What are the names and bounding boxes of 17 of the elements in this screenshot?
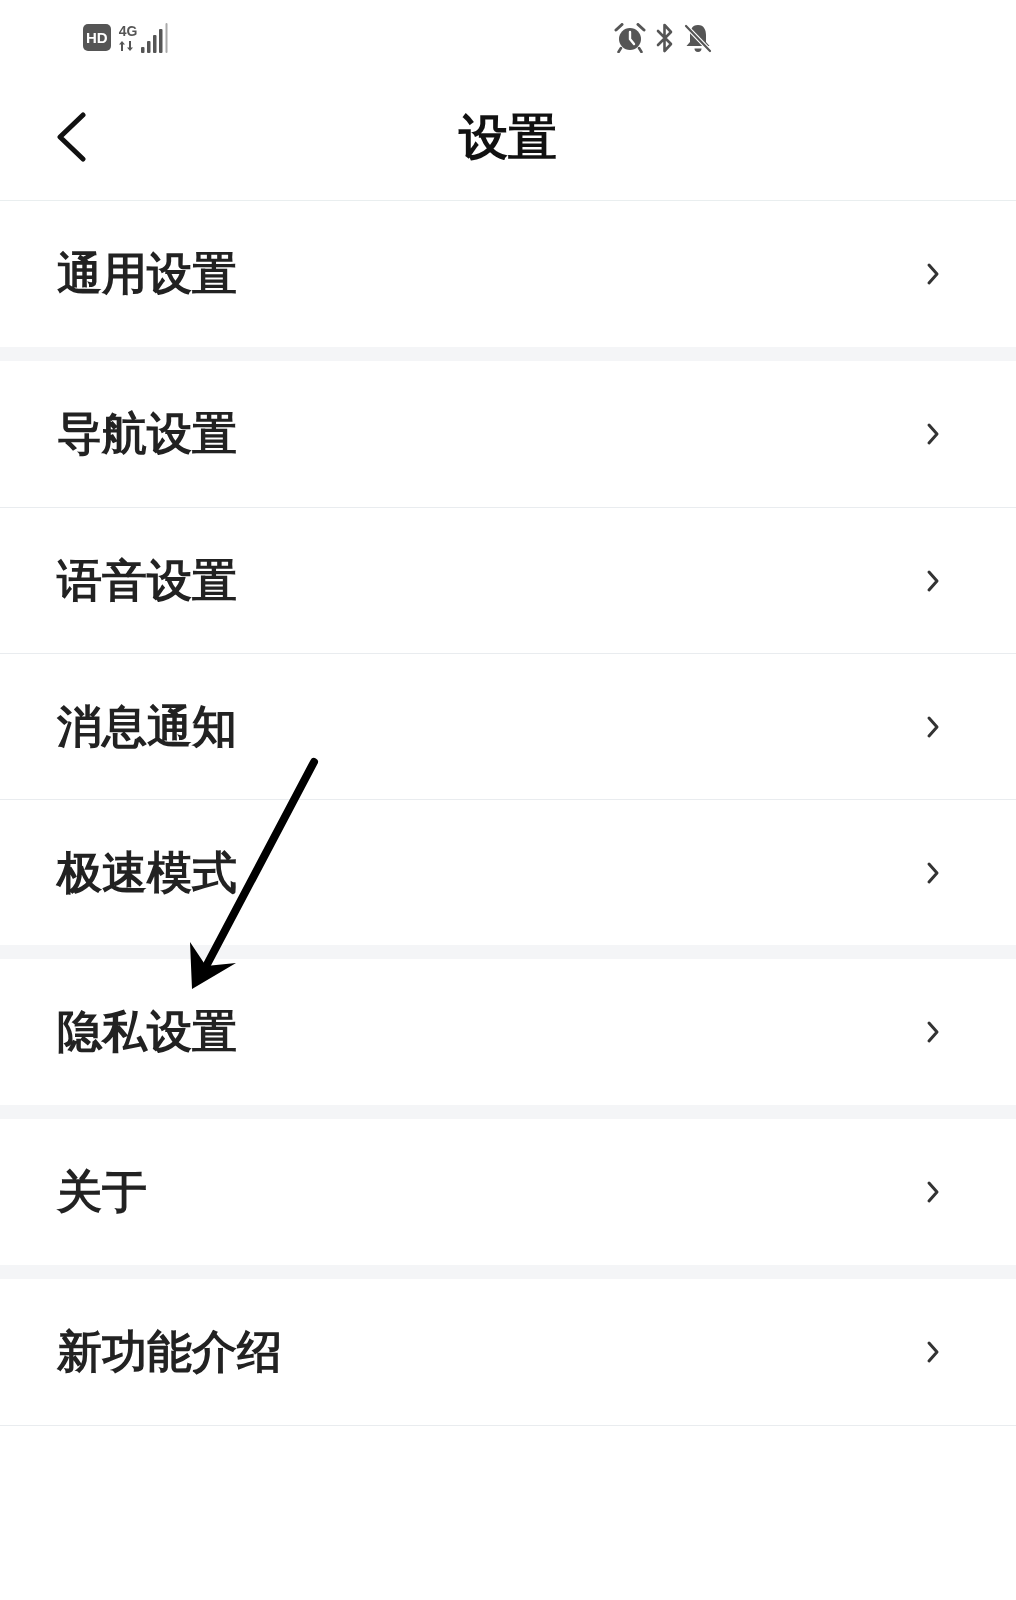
- network-type-label: 4G: [118, 24, 138, 38]
- chevron-right-icon: [926, 568, 940, 593]
- bell-off-icon: [684, 22, 712, 53]
- chevron-right-icon: [926, 422, 940, 446]
- signal-icon: [141, 22, 169, 53]
- page-title: 设置: [459, 107, 557, 168]
- chevron-right-icon: [926, 1020, 940, 1044]
- chevron-right-icon: [926, 1180, 940, 1204]
- chevron-right-icon: [926, 714, 940, 739]
- back-icon[interactable]: [56, 112, 88, 162]
- chevron-right-icon: [926, 1340, 940, 1364]
- chevron-right-icon: [926, 860, 940, 885]
- chevron-right-icon: [926, 262, 940, 286]
- hd-badge: HD: [83, 24, 111, 51]
- bluetooth-icon: [656, 22, 674, 53]
- data-arrows-icon: [118, 41, 133, 51]
- alarm-clock-icon: [614, 22, 646, 53]
